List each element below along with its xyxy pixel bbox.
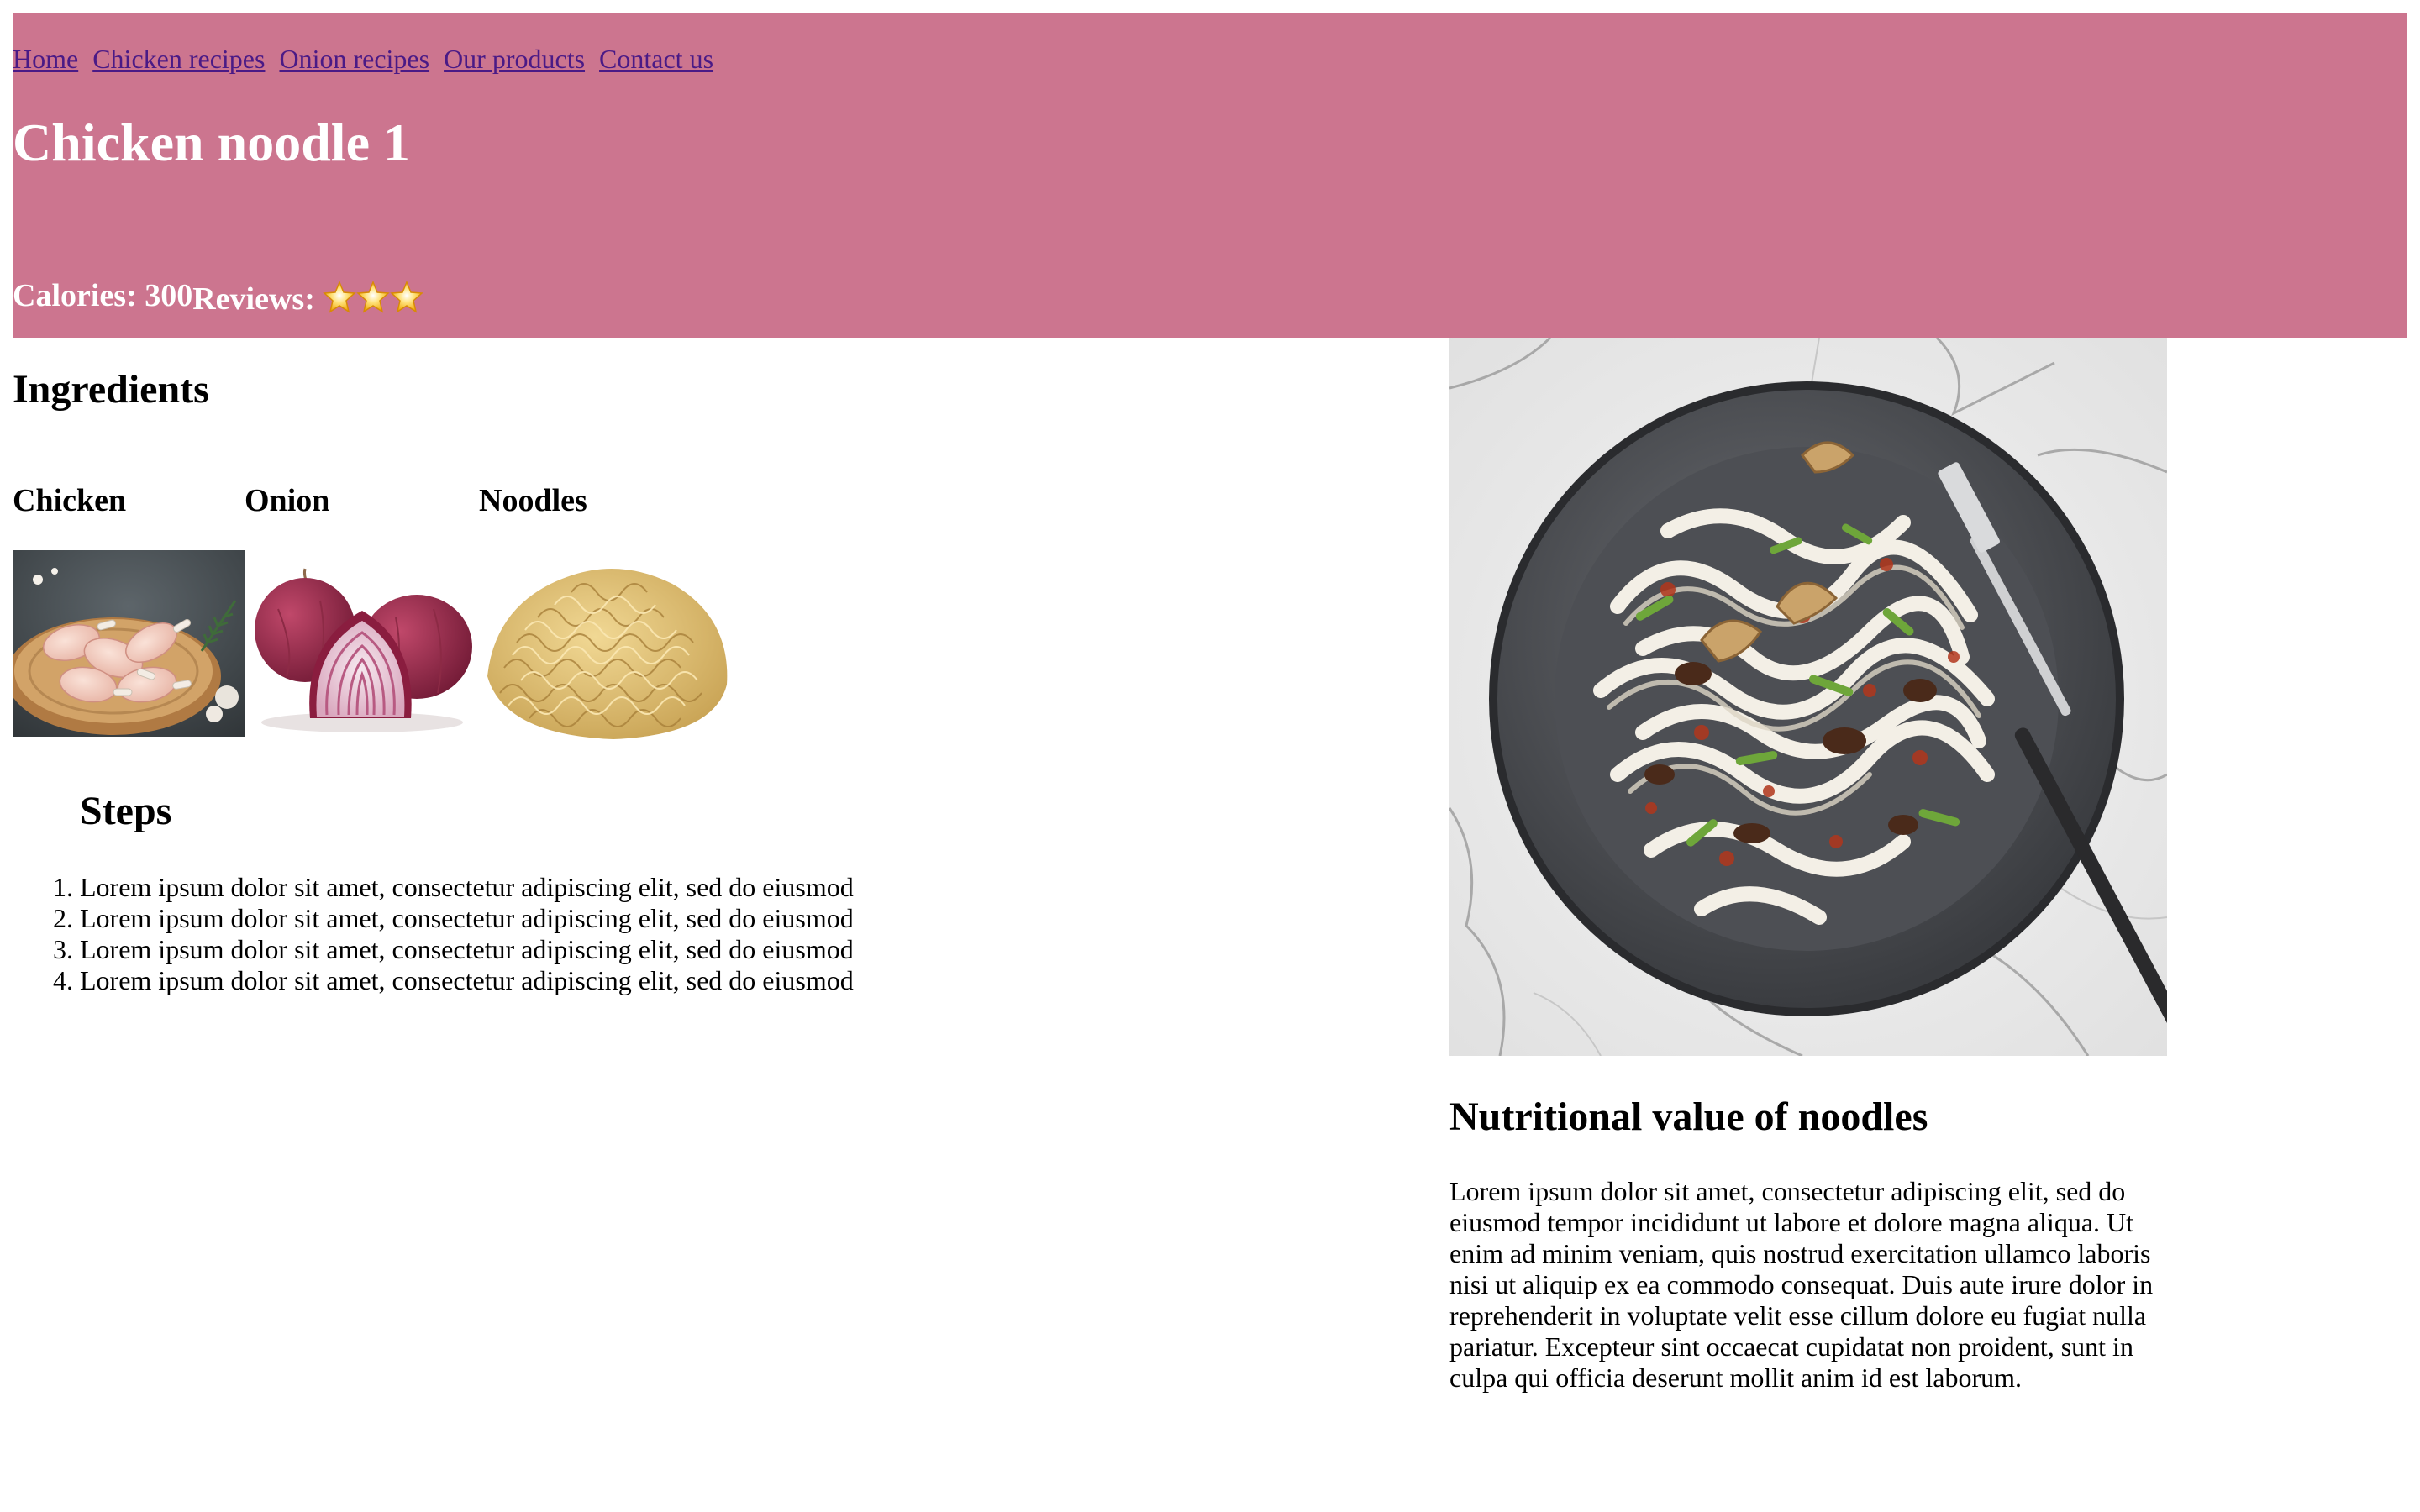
star-icon (356, 281, 391, 313)
ingredient-label-onion: Onion (245, 483, 330, 518)
reviews: Reviews: (192, 281, 424, 317)
star-icon (323, 281, 357, 313)
step-item-4: Lorem ipsum dolor sit amet, consectetur … (80, 965, 854, 996)
main-nav: Home Chicken recipes Onion recipes Our p… (13, 42, 721, 76)
calories-label: Calories: 300 (13, 278, 193, 313)
star-icon (390, 281, 424, 313)
noodle-dish-image (1449, 338, 2167, 1056)
nav-link-chicken-recipes[interactable]: Chicken recipes (92, 44, 265, 74)
onion-image (245, 550, 479, 748)
chicken-image (13, 550, 245, 737)
nav-link-onion-recipes[interactable]: Onion recipes (279, 44, 429, 74)
ingredient-label-chicken: Chicken (13, 483, 127, 518)
recipe-meta: Calories: 300Reviews: (13, 276, 424, 317)
steps-heading: Steps (80, 789, 172, 833)
ingredient-label-noodles: Noodles (479, 483, 587, 518)
nutrition-heading: Nutritional value of noodles (1449, 1095, 1928, 1139)
steps-list: Lorem ipsum dolor sit amet, consectetur … (13, 872, 854, 996)
nav-link-contact-us[interactable]: Contact us (599, 44, 713, 74)
reviews-label: Reviews: (192, 281, 315, 317)
nav-link-our-products[interactable]: Our products (444, 44, 585, 74)
noodles-image (479, 550, 735, 748)
ingredients-heading: Ingredients (13, 367, 209, 412)
page-title: Chicken noodle 1 (13, 113, 410, 172)
step-item-2: Lorem ipsum dolor sit amet, consectetur … (80, 903, 854, 934)
step-item-1: Lorem ipsum dolor sit amet, consectetur … (80, 872, 854, 903)
review-stars (323, 281, 424, 317)
nutrition-text: Lorem ipsum dolor sit amet, consectetur … (1449, 1176, 2154, 1393)
page-header: Home Chicken recipes Onion recipes Our p… (13, 13, 2407, 338)
step-item-3: Lorem ipsum dolor sit amet, consectetur … (80, 934, 854, 965)
nav-link-home[interactable]: Home (13, 44, 78, 74)
